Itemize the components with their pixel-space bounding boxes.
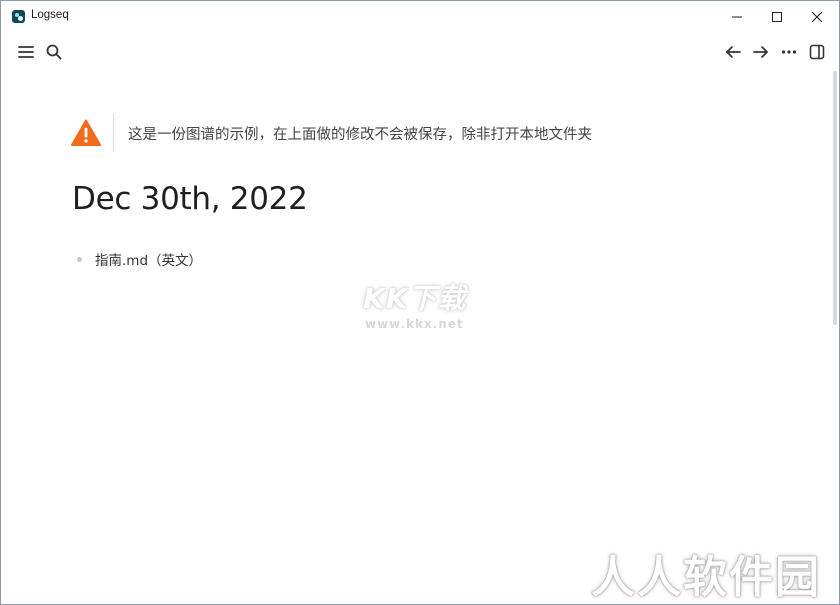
app-window: Logseq 这是一份图谱的示例，在上面做的修改不会被保存，除非打开本地文件夹 … xyxy=(0,0,840,605)
maximize-icon xyxy=(772,12,782,22)
search-icon xyxy=(46,44,62,60)
block-item[interactable]: 指南.md（英文） xyxy=(77,249,202,269)
block-bullet[interactable] xyxy=(77,256,82,262)
minimize-icon xyxy=(732,16,742,18)
forward-button[interactable] xyxy=(750,41,772,63)
kk-watermark-url: www.kkx.net xyxy=(365,317,464,331)
back-button[interactable] xyxy=(722,41,744,63)
right-sidebar-toggle-button[interactable] xyxy=(806,41,828,63)
kk-watermark: KK下载 xyxy=(363,282,467,315)
right-sidebar-toggle-icon xyxy=(809,44,825,60)
notice-text: 这是一份图谱的示例，在上面做的修改不会被保存，除非打开本地文件夹 xyxy=(128,126,592,143)
search-button[interactable] xyxy=(43,41,65,63)
page-title[interactable]: Dec 30th, 2022 xyxy=(72,181,308,217)
arrow-right-icon xyxy=(753,46,768,58)
logseq-logo-icon xyxy=(12,10,25,23)
left-sidebar-menu-button[interactable] xyxy=(15,41,37,63)
scrollbar-thumb[interactable] xyxy=(833,71,837,325)
arrow-left-icon xyxy=(726,46,741,58)
more-horizontal-icon xyxy=(781,50,797,54)
rrsoft-watermark: 人人软件园 xyxy=(591,552,821,603)
block-content[interactable]: 指南.md（英文） xyxy=(95,249,202,269)
close-icon xyxy=(812,12,822,22)
notice-divider xyxy=(113,114,114,152)
warning-triangle-icon xyxy=(71,118,101,148)
more-options-button[interactable] xyxy=(778,41,800,63)
title-bar[interactable]: Logseq xyxy=(1,1,839,33)
demo-graph-notice: 这是一份图谱的示例，在上面做的修改不会被保存，除非打开本地文件夹 xyxy=(71,113,592,153)
maximize-button[interactable] xyxy=(757,1,797,33)
hamburger-menu-icon xyxy=(18,46,34,58)
minimize-button[interactable] xyxy=(717,1,757,33)
close-button[interactable] xyxy=(797,1,837,33)
vertical-scrollbar[interactable] xyxy=(833,71,837,601)
window-title: Logseq xyxy=(31,9,69,21)
